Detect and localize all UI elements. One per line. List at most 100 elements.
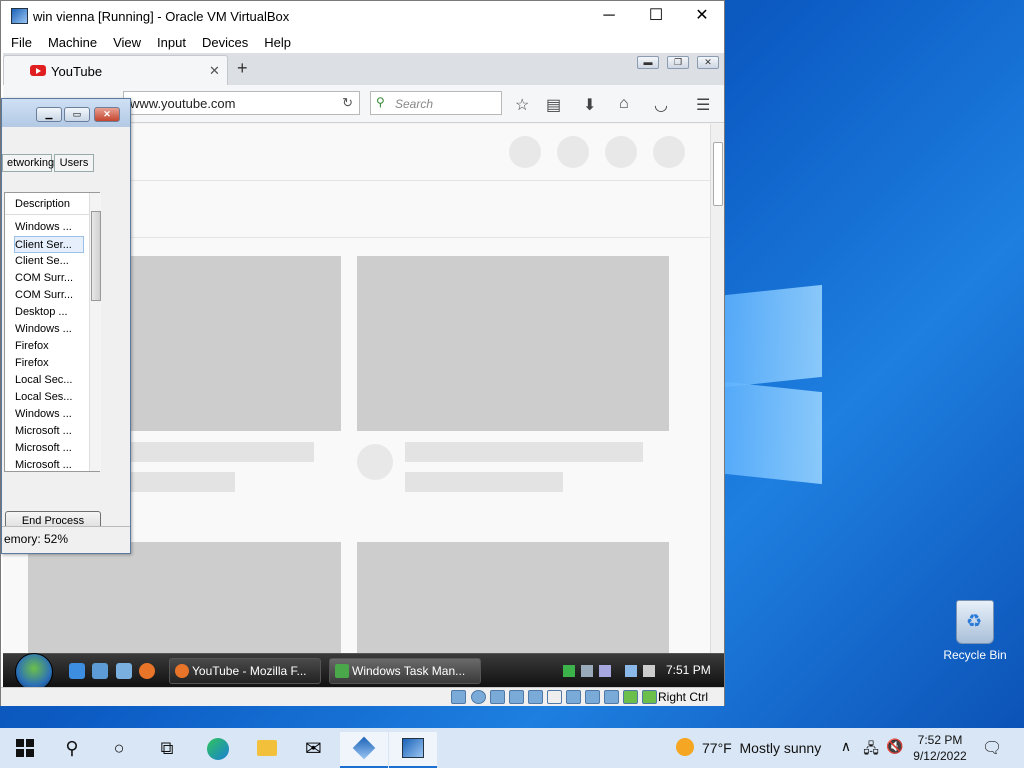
clock-time: 7:52 PM [917, 733, 963, 747]
mouse-integration-icon[interactable] [623, 690, 638, 704]
download-icon[interactable]: ⬇ [583, 95, 596, 115]
menu-hamburger-icon[interactable]: ☰ [696, 95, 710, 115]
weather-widget[interactable]: 77°F Mostly sunny [676, 738, 821, 756]
process-row[interactable]: Windows ... [15, 406, 79, 423]
edge-app[interactable] [194, 732, 242, 768]
recycle-bin[interactable]: Recycle Bin [935, 600, 1015, 662]
scrollbar-thumb[interactable] [713, 142, 723, 206]
page-scrollbar[interactable] [710, 124, 724, 654]
tab-youtube[interactable]: YouTube ✕ [3, 55, 228, 85]
home-icon[interactable]: ⌂ [619, 95, 629, 113]
search-placeholder: Search [395, 97, 434, 111]
recording-icon[interactable] [585, 690, 600, 704]
virtualbox-manager-app[interactable] [340, 732, 388, 768]
cortana-icon[interactable]: ○ [109, 738, 129, 758]
process-row[interactable]: Microsoft ... [15, 457, 79, 474]
volume-muted-icon[interactable]: 🔇 [886, 738, 903, 758]
task-manager-window[interactable]: ▁ ▭ ✕ etworking Users Description Window… [1, 98, 131, 554]
reload-icon[interactable]: ↻ [342, 95, 353, 111]
tray-icon[interactable] [581, 665, 593, 677]
switch-windows-icon[interactable] [116, 663, 132, 679]
placeholder-circle [509, 136, 541, 168]
notifications-icon[interactable]: 🗨 [982, 738, 1002, 758]
process-row[interactable]: Desktop ... [15, 304, 79, 321]
process-row[interactable]: Windows ... [15, 219, 79, 236]
process-row[interactable]: COM Surr... [15, 287, 79, 304]
hdd-icon[interactable] [451, 690, 466, 704]
maximize-button[interactable]: ☐ [633, 1, 679, 31]
process-row[interactable]: Local Ses... [15, 389, 79, 406]
menu-view[interactable]: View [103, 31, 147, 50]
show-desktop-icon[interactable] [92, 663, 108, 679]
network-icon[interactable] [625, 665, 637, 677]
url-bar[interactable]: www.youtube.com ↻ [123, 91, 360, 115]
ff-close-button[interactable]: ✕ [697, 56, 719, 69]
chevron-up-icon[interactable]: ∧ [838, 738, 854, 758]
tm-minimize-button[interactable]: ▁ [36, 107, 62, 122]
menu-input[interactable]: Input [147, 31, 192, 50]
host-clock[interactable]: 7:52 PM 9/12/2022 [905, 732, 975, 764]
ff-minimize-button[interactable]: ▬ [637, 56, 659, 69]
guest-clock[interactable]: 7:51 PM [666, 663, 711, 677]
reading-list-icon[interactable]: ▤ [546, 95, 561, 115]
process-row[interactable]: Local Sec... [15, 372, 79, 389]
vbox-menubar: File Machine View Input Devices Help [1, 31, 724, 53]
tray-icon[interactable] [599, 665, 611, 677]
process-list[interactable]: Description Windows ... Client Ser... Clie… [4, 192, 101, 474]
shared-folders-icon[interactable] [547, 690, 562, 704]
tm-maximize-button[interactable]: ▭ [64, 107, 90, 122]
process-row[interactable]: Microsoft ... [15, 423, 79, 440]
bookmark-star-icon[interactable]: ☆ [515, 95, 529, 115]
vt-x-icon[interactable] [604, 690, 619, 704]
tab-networking[interactable]: etworking [2, 154, 54, 172]
minimize-button[interactable]: ─ [586, 1, 632, 31]
vista-start-orb[interactable] [15, 653, 53, 687]
audio-icon[interactable] [490, 690, 505, 704]
search-icon: ⚲ [376, 95, 385, 109]
process-row[interactable]: Windows ... [15, 321, 79, 338]
search-input[interactable]: ⚲ Search [370, 91, 502, 115]
process-row[interactable]: Firefox [15, 355, 79, 372]
tab-users[interactable]: Users [54, 154, 94, 172]
ie-icon[interactable] [69, 663, 85, 679]
tm-close-button[interactable]: ✕ [94, 107, 120, 122]
process-row[interactable]: Client Ser... [14, 236, 84, 253]
vbox-statusbar: Right Ctrl [1, 687, 724, 706]
virtualbox-vm-app[interactable] [389, 732, 437, 768]
menu-help[interactable]: Help [254, 31, 297, 50]
close-tab-icon[interactable]: ✕ [209, 63, 220, 79]
file-explorer-app[interactable] [243, 732, 291, 768]
task-view-icon[interactable]: ⧉ [157, 738, 177, 758]
column-header-description[interactable]: Description [5, 193, 89, 215]
task-firefox[interactable]: YouTube - Mozilla F... [169, 658, 321, 684]
process-row[interactable]: Firefox [15, 338, 79, 355]
process-row[interactable]: COM Surr... [15, 270, 79, 287]
windows-start-icon[interactable] [16, 739, 34, 757]
process-row[interactable]: Microsoft ... [15, 440, 79, 457]
task-manager-icon [335, 664, 349, 678]
vbox-titlebar[interactable]: win vienna [Running] - Oracle VM Virtual… [1, 1, 724, 31]
tm-titlebar[interactable]: ▁ ▭ ✕ [2, 99, 130, 127]
process-row[interactable]: Client Se... [15, 253, 79, 270]
search-icon[interactable]: ⚲ [62, 738, 82, 758]
mail-app[interactable]: ✉ [292, 732, 340, 768]
menu-devices[interactable]: Devices [192, 31, 254, 50]
firefox-icon[interactable] [139, 663, 155, 679]
keyboard-capture-icon[interactable] [642, 690, 657, 704]
display-icon[interactable] [566, 690, 581, 704]
ff-restore-button[interactable]: ❐ [667, 56, 689, 69]
scrollbar-thumb[interactable] [91, 211, 101, 301]
close-button[interactable]: ✕ [679, 1, 725, 31]
volume-icon[interactable] [643, 665, 655, 677]
tray-icon[interactable] [563, 665, 575, 677]
process-list-scrollbar[interactable] [89, 193, 101, 471]
menu-machine[interactable]: Machine [38, 31, 103, 50]
optical-drive-icon[interactable] [471, 690, 486, 704]
new-tab-button[interactable]: + [237, 58, 248, 79]
task-taskmgr[interactable]: Windows Task Man... [329, 658, 481, 684]
menu-file[interactable]: File [1, 31, 38, 50]
network-adapter-icon[interactable] [509, 690, 524, 704]
pocket-icon[interactable]: ◡ [654, 95, 668, 115]
usb-icon[interactable] [528, 690, 543, 704]
network-icon[interactable]: 🖧 [862, 738, 880, 758]
